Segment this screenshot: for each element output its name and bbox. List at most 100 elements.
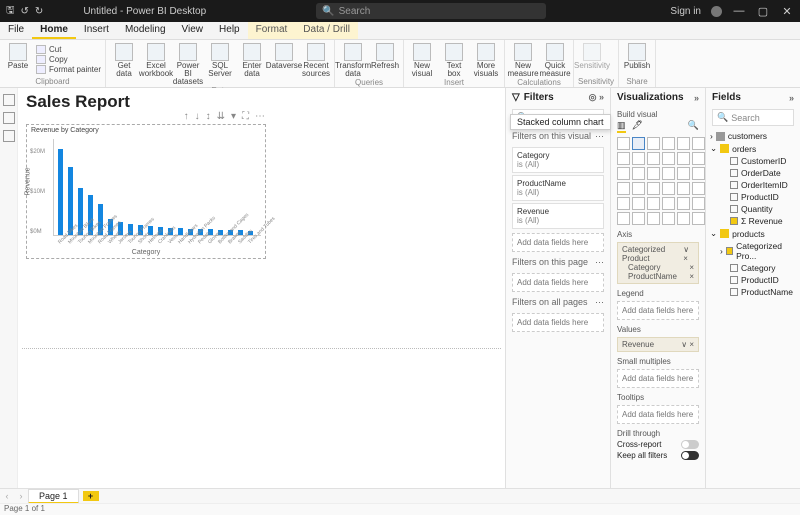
tab-view[interactable]: View bbox=[174, 22, 212, 39]
undo-icon[interactable]: ↺ bbox=[21, 6, 29, 17]
field-node[interactable]: ⌄ products bbox=[710, 227, 796, 240]
add-page-filter[interactable]: Add data fields here bbox=[512, 273, 604, 292]
transform-data-button[interactable]: Transform data bbox=[339, 41, 367, 78]
tab-home[interactable]: Home bbox=[32, 22, 76, 39]
field-node[interactable]: Category bbox=[710, 262, 796, 274]
enter-data-button[interactable]: Enter data bbox=[238, 41, 266, 86]
add-visual-filter[interactable]: Add data fields here bbox=[512, 233, 604, 252]
visual-type-icon[interactable] bbox=[617, 167, 630, 180]
more-visuals-button[interactable]: More visuals bbox=[472, 41, 500, 78]
get-data-button[interactable]: Get data bbox=[110, 41, 138, 86]
visual-type-icon[interactable] bbox=[662, 197, 675, 210]
visual-type-icon[interactable] bbox=[662, 137, 675, 150]
field-node[interactable]: › Categorized Pro... bbox=[710, 240, 796, 262]
field-node[interactable]: ProductID bbox=[710, 274, 796, 286]
filters-eye-icon[interactable]: ◎ » bbox=[589, 92, 604, 103]
excel-button[interactable]: Excel workbook bbox=[142, 41, 170, 86]
visual-type-icon[interactable] bbox=[692, 152, 705, 165]
visual-type-icon[interactable] bbox=[647, 137, 660, 150]
visual-type-icon[interactable] bbox=[632, 137, 645, 150]
visual-type-icon[interactable] bbox=[692, 167, 705, 180]
visual-type-icon[interactable] bbox=[632, 212, 645, 225]
filter-icon[interactable]: ▾ bbox=[231, 111, 236, 122]
pbi-datasets-button[interactable]: Power BI datasets bbox=[174, 41, 202, 86]
field-node[interactable]: ProductID bbox=[710, 191, 796, 203]
add-report-filter[interactable]: Add data fields here bbox=[512, 313, 604, 332]
sensitivity-button[interactable]: Sensitivity bbox=[578, 41, 606, 77]
visual-type-icon[interactable] bbox=[647, 152, 660, 165]
visual-type-icon[interactable] bbox=[662, 152, 675, 165]
visual-type-icon[interactable] bbox=[692, 137, 705, 150]
new-visual-button[interactable]: New visual bbox=[408, 41, 436, 78]
visual-type-icon[interactable] bbox=[647, 197, 660, 210]
more-icon[interactable]: ⋯ bbox=[595, 297, 604, 308]
format-painter-button[interactable]: Format painter bbox=[36, 65, 101, 74]
analytics-tab-icon[interactable]: 🔍 bbox=[688, 120, 699, 133]
filter-card[interactable]: ProductNameis (All) bbox=[512, 175, 604, 201]
refresh-button[interactable]: Refresh bbox=[371, 41, 399, 78]
visual-type-icon[interactable] bbox=[617, 212, 630, 225]
tab-modeling[interactable]: Modeling bbox=[117, 22, 174, 39]
visual-type-icon[interactable] bbox=[632, 182, 645, 195]
visual-type-icon[interactable] bbox=[677, 167, 690, 180]
maximize-button[interactable]: ▢ bbox=[756, 5, 770, 18]
visual-type-icon[interactable] bbox=[692, 182, 705, 195]
field-node[interactable]: Quantity bbox=[710, 203, 796, 215]
collapse-icon[interactable]: » bbox=[789, 93, 794, 103]
cross-report-toggle[interactable] bbox=[681, 440, 699, 449]
field-node[interactable]: › customers bbox=[710, 130, 796, 142]
next-page-button[interactable]: › bbox=[14, 491, 28, 501]
collapse-icon[interactable]: » bbox=[694, 93, 699, 103]
visual-type-icon[interactable] bbox=[647, 182, 660, 195]
filter-card[interactable]: Revenueis (All) bbox=[512, 203, 604, 229]
expand-icon[interactable]: ↕ bbox=[206, 111, 211, 122]
format-tab-icon[interactable]: 🖋 bbox=[632, 120, 643, 133]
visual-type-icon[interactable] bbox=[632, 197, 645, 210]
prev-page-button[interactable]: ‹ bbox=[0, 491, 14, 501]
drill-up-icon[interactable]: ↑ bbox=[184, 111, 189, 122]
field-node[interactable]: OrderItemID bbox=[710, 179, 796, 191]
publish-button[interactable]: Publish bbox=[623, 41, 651, 77]
visual-type-icon[interactable] bbox=[647, 167, 660, 180]
avatar[interactable] bbox=[711, 6, 722, 17]
tab-format[interactable]: Format bbox=[248, 22, 296, 39]
report-canvas[interactable]: Sales Report ↑ ↓ ↕ ⇊ ▾ ⛶ ⋯ Revenue by Ca… bbox=[18, 88, 505, 498]
visual-type-icon[interactable] bbox=[617, 152, 630, 165]
quick-measure-button[interactable]: Quick measure bbox=[541, 41, 569, 78]
visual-type-icon[interactable] bbox=[677, 137, 690, 150]
visual-type-icon[interactable] bbox=[677, 212, 690, 225]
new-measure-button[interactable]: New measure bbox=[509, 41, 537, 78]
visual-type-icon[interactable] bbox=[617, 197, 630, 210]
build-tab-icon[interactable]: ▥ bbox=[617, 120, 626, 133]
field-node[interactable]: CustomerID bbox=[710, 155, 796, 167]
axis-well[interactable]: Categorized Product∨ × Category× Product… bbox=[617, 242, 699, 284]
visual-type-icon[interactable] bbox=[617, 182, 630, 195]
visual-type-icon[interactable] bbox=[662, 167, 675, 180]
paste-button[interactable]: Paste bbox=[4, 41, 32, 77]
signin-link[interactable]: Sign in bbox=[670, 6, 701, 17]
tab-insert[interactable]: Insert bbox=[76, 22, 117, 39]
tab-file[interactable]: File bbox=[0, 22, 32, 39]
field-node[interactable]: Σ Revenue bbox=[710, 215, 796, 227]
redo-icon[interactable]: ↻ bbox=[35, 6, 43, 17]
more-icon[interactable]: ⋯ bbox=[255, 111, 265, 122]
titlebar-search[interactable]: 🔍 Search bbox=[316, 3, 546, 19]
close-button[interactable]: ✕ bbox=[780, 5, 794, 18]
keep-filters-toggle[interactable] bbox=[681, 451, 699, 460]
report-view-icon[interactable] bbox=[3, 94, 15, 106]
field-node[interactable]: ProductName bbox=[710, 286, 796, 298]
save-icon[interactable]: 🖫 bbox=[6, 3, 15, 20]
tab-help[interactable]: Help bbox=[211, 22, 248, 39]
add-page-button[interactable]: + bbox=[83, 491, 99, 501]
tooltips-well[interactable]: Add data fields here bbox=[617, 405, 699, 424]
visual-type-icon[interactable] bbox=[677, 152, 690, 165]
visual-type-icon[interactable] bbox=[677, 197, 690, 210]
column-chart-visual[interactable]: ↑ ↓ ↕ ⇊ ▾ ⛶ ⋯ Revenue by Category Revenu… bbox=[26, 124, 266, 259]
sm-well[interactable]: Add data fields here bbox=[617, 369, 699, 388]
copy-button[interactable]: Copy bbox=[36, 55, 101, 64]
field-node[interactable]: OrderDate bbox=[710, 167, 796, 179]
visual-type-icon[interactable] bbox=[617, 137, 630, 150]
text-box-button[interactable]: Text box bbox=[440, 41, 468, 78]
visual-type-icon[interactable] bbox=[662, 182, 675, 195]
focus-icon[interactable]: ⛶ bbox=[242, 111, 249, 122]
